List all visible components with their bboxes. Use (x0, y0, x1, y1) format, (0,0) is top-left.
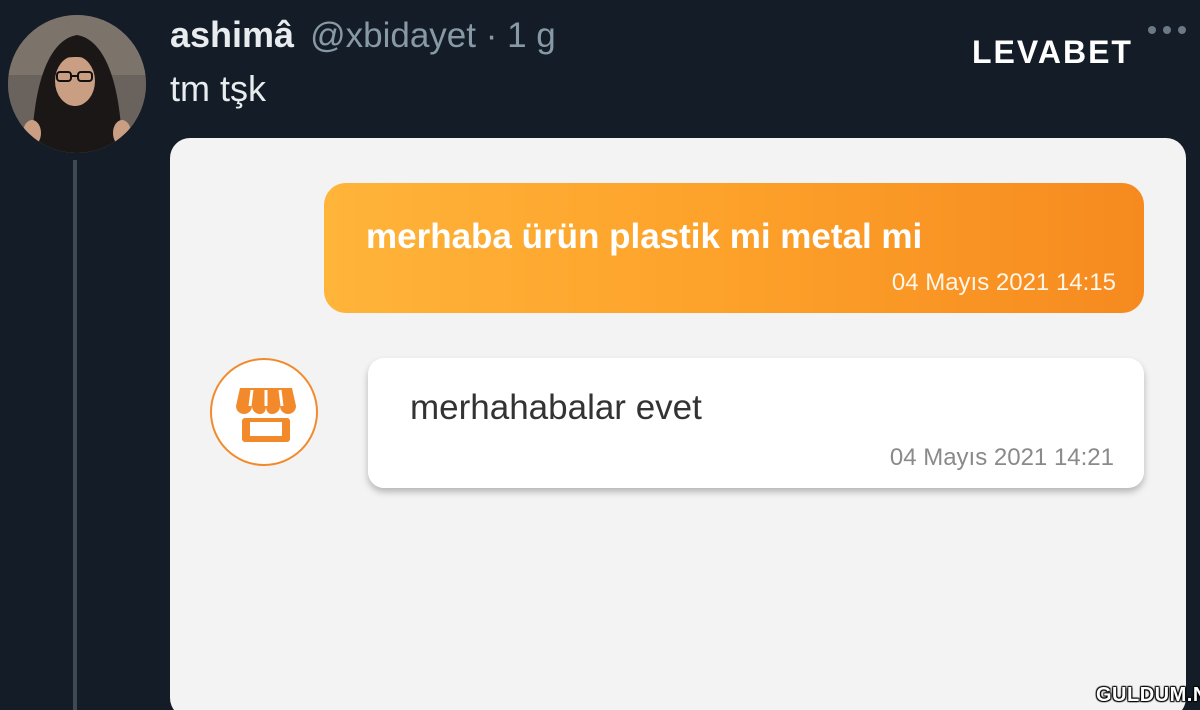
tweet-text: tm tşk (170, 68, 266, 109)
chat-screenshot-card[interactable]: merhaba ürün plastik mi metal mi 04 Mayı… (170, 138, 1186, 710)
outgoing-message-timestamp: 04 Mayıs 2021 14:15 (891, 269, 1116, 296)
incoming-message-text: merhahabalar evet (410, 388, 702, 427)
user-avatar[interactable] (8, 15, 146, 153)
watermark: GULDUM.NET (1096, 684, 1200, 706)
incoming-message-bubble: merhahabalar evet 04 Mayıs 2021 14:21 (368, 358, 1144, 488)
avatar-photo-icon (8, 15, 146, 153)
handle-and-time[interactable]: @xbidayet · 1 g (310, 16, 556, 56)
outgoing-message-bubble: merhaba ürün plastik mi metal mi 04 Mayı… (324, 183, 1144, 313)
outgoing-message-text: merhaba ürün plastik mi metal mi (366, 217, 923, 256)
more-options-icon[interactable] (1148, 26, 1186, 34)
tweet-header: ashimâ @xbidayet · 1 g (170, 14, 556, 58)
brand-logo: LEVABET (972, 34, 1133, 70)
incoming-message-timestamp: 04 Mayıs 2021 14:21 (889, 444, 1114, 471)
thread-line (73, 160, 77, 710)
store-icon (236, 388, 296, 442)
display-name[interactable]: ashimâ (170, 14, 294, 56)
tweet-screenshot: ashimâ @xbidayet · 1 g tm tşk LEVABET me… (0, 0, 1200, 710)
store-avatar (210, 358, 318, 466)
